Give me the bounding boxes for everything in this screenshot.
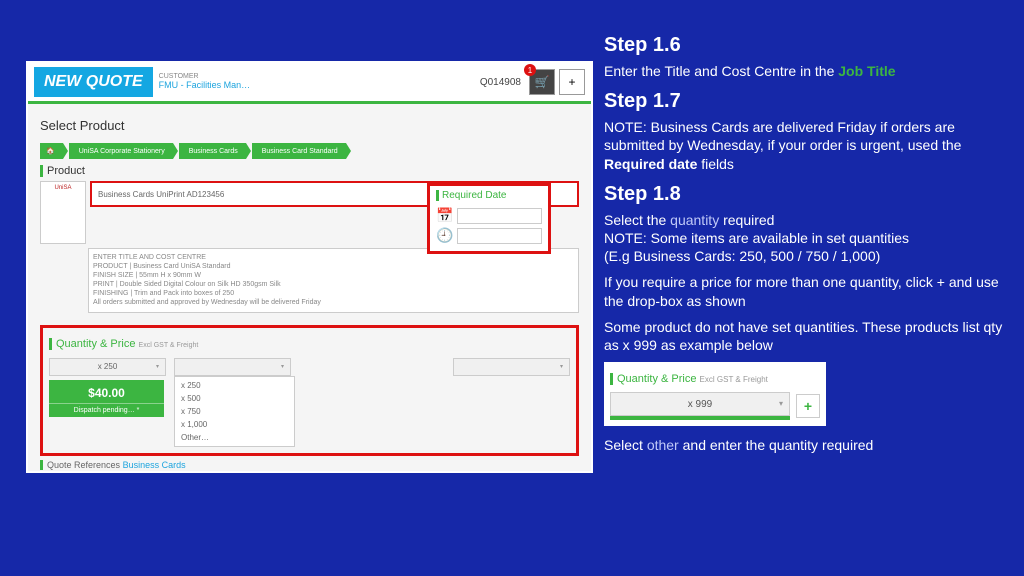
caret-down-icon: ▾ bbox=[560, 363, 563, 370]
clock-icon: 🕘 bbox=[436, 227, 453, 244]
refs-link[interactable]: Business Cards bbox=[123, 460, 186, 470]
product-heading: Product bbox=[40, 165, 579, 177]
price: $40.00 bbox=[49, 386, 164, 400]
customer-block: CUSTOMER FMU - Facilities Man… bbox=[159, 73, 251, 91]
step-text: Enter the Title and Cost Centre in the J… bbox=[604, 62, 1004, 80]
caret-down-icon: ▾ bbox=[281, 363, 284, 370]
job-title-emphasis: Job Title bbox=[838, 63, 895, 79]
instructions: Step 1.6 Enter the Title and Cost Centre… bbox=[604, 26, 1004, 463]
qty-select-2[interactable]: ▾ bbox=[174, 358, 291, 376]
add-button[interactable]: + bbox=[559, 69, 585, 95]
app-screenshot: NEW QUOTE CUSTOMER FMU - Facilities Man…… bbox=[26, 61, 593, 473]
quantity-emphasis: quantity bbox=[670, 212, 719, 228]
calendar-icon: 📅 bbox=[436, 207, 453, 224]
new-quote-badge: NEW QUOTE bbox=[34, 67, 153, 97]
product-thumbnail[interactable]: UniSA bbox=[40, 181, 86, 244]
qty-dropdown[interactable]: x 250 x 500 x 750 x 1,000 Other… bbox=[174, 376, 295, 447]
price-box: $40.00 Dispatch pending… * bbox=[49, 380, 164, 417]
mini-add-button[interactable]: + bbox=[796, 394, 820, 418]
breadcrumb: 🏠 UniSA Corporate Stationery Business Ca… bbox=[40, 143, 579, 159]
dispatch-status: Dispatch pending… * bbox=[49, 403, 164, 414]
qty-option[interactable]: x 250 bbox=[177, 379, 292, 392]
date-field[interactable] bbox=[457, 208, 542, 224]
breadcrumb-item[interactable]: Business Cards bbox=[179, 143, 246, 159]
product-description[interactable]: ENTER TITLE AND COST CENTRE PRODUCT | Bu… bbox=[88, 248, 579, 313]
price-strip bbox=[610, 416, 790, 420]
cart-icon: 🛒 bbox=[535, 75, 550, 89]
cart-button[interactable]: 🛒 1 bbox=[529, 69, 555, 95]
mini-qp-box: Quantity & Price Excl GST & Freight x 99… bbox=[604, 362, 826, 426]
caret-down-icon: ▾ bbox=[156, 363, 159, 370]
customer-name[interactable]: FMU - Facilities Man… bbox=[159, 81, 251, 91]
step-text: Some product do not have set quantities.… bbox=[604, 318, 1004, 354]
mini-qty-select[interactable]: x 999 ▾ bbox=[610, 392, 790, 416]
breadcrumb-item[interactable]: Business Card Standard bbox=[252, 143, 346, 159]
qty-select-3[interactable]: ▾ bbox=[453, 358, 570, 376]
qty-option[interactable]: x 750 bbox=[177, 405, 292, 418]
cart-badge: 1 bbox=[524, 64, 536, 76]
time-field[interactable] bbox=[457, 228, 542, 244]
required-date-box: Required Date 📅 🕘 bbox=[427, 183, 551, 254]
mini-heading: Quantity & Price Excl GST & Freight bbox=[610, 373, 768, 385]
step-heading: Step 1.6 bbox=[604, 32, 1004, 58]
step-text: Select the quantity required NOTE: Some … bbox=[604, 211, 1004, 266]
quote-number: Q014908 bbox=[480, 77, 525, 88]
step-heading: Step 1.7 bbox=[604, 88, 1004, 114]
header-bar: NEW QUOTE CUSTOMER FMU - Facilities Man…… bbox=[28, 63, 591, 101]
required-date-heading: Required Date bbox=[436, 190, 542, 201]
quantity-price-box: Quantity & Price Excl GST & Freight x 25… bbox=[40, 325, 579, 456]
step-text: Select other and enter the quantity requ… bbox=[604, 436, 1004, 454]
breadcrumb-home[interactable]: 🏠 bbox=[40, 143, 63, 159]
step-text: NOTE: Business Cards are delivered Frida… bbox=[604, 118, 1004, 173]
qty-option[interactable]: x 500 bbox=[177, 392, 292, 405]
select-product-heading: Select Product bbox=[40, 118, 579, 133]
qty-option[interactable]: x 1,000 bbox=[177, 418, 292, 431]
other-emphasis: other bbox=[647, 437, 679, 453]
qp-heading: Quantity & Price Excl GST & Freight bbox=[49, 338, 198, 350]
breadcrumb-item[interactable]: UniSA Corporate Stationery bbox=[69, 143, 173, 159]
qty-option[interactable]: Other… bbox=[177, 431, 292, 444]
required-date-emphasis: Required date bbox=[604, 156, 697, 172]
caret-down-icon: ▾ bbox=[779, 399, 783, 409]
quote-references: Quote References Business Cards bbox=[40, 460, 579, 470]
step-text: If you require a price for more than one… bbox=[604, 273, 1004, 309]
step-heading: Step 1.8 bbox=[604, 181, 1004, 207]
qty-select-1[interactable]: x 250 ▾ bbox=[49, 358, 166, 376]
